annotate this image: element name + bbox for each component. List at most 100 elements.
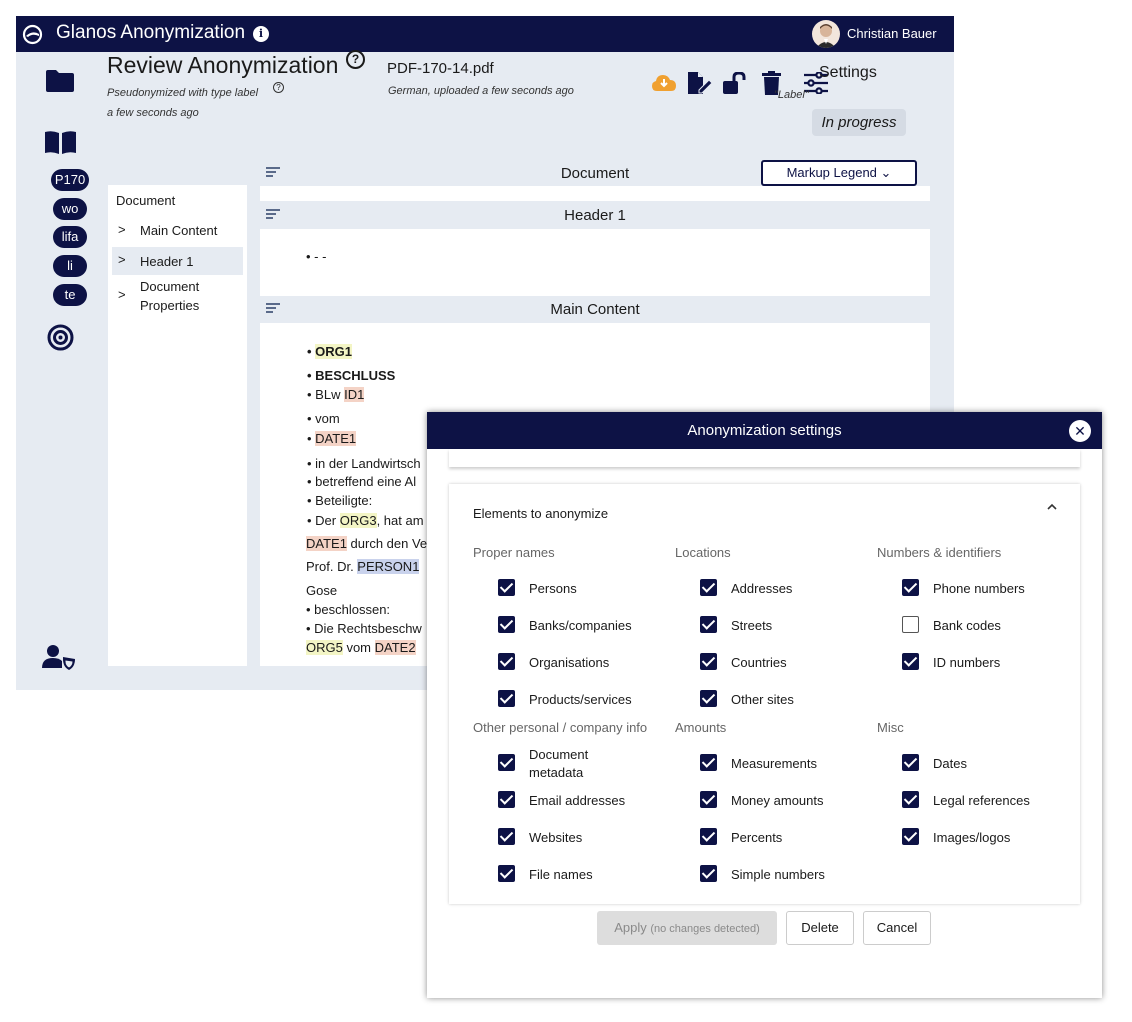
option-label: Banks/companies <box>529 618 632 633</box>
option-label: Products/services <box>529 692 632 707</box>
markup-legend-button[interactable]: Markup Legend ⌄ <box>761 160 917 186</box>
checkbox[interactable] <box>498 754 515 771</box>
checkbox[interactable] <box>700 754 717 771</box>
checkbox[interactable] <box>498 865 515 882</box>
checkbox[interactable] <box>498 828 515 845</box>
org-tag[interactable]: ORG1 <box>315 344 353 359</box>
cancel-button[interactable]: Cancel <box>863 911 931 945</box>
checkbox[interactable] <box>498 579 515 596</box>
tree-item-label: Main Content <box>140 223 218 238</box>
checkbox[interactable] <box>902 828 919 845</box>
info-icon[interactable]: i <box>253 26 269 42</box>
small-help-icon[interactable]: ? <box>273 82 284 93</box>
help-icon[interactable]: ? <box>346 50 365 69</box>
project-pill-te[interactable]: te <box>53 284 87 306</box>
checkbox[interactable] <box>498 653 515 670</box>
tree-item-header-1[interactable]: > Header 1 <box>112 247 243 275</box>
page-title: Review Anonymization <box>107 52 339 78</box>
folder-icon[interactable] <box>46 70 74 92</box>
section-header-header-1: Header 1 <box>260 203 930 228</box>
checkbox[interactable] <box>902 653 919 670</box>
group-label-amounts: Amounts <box>675 720 727 735</box>
checkbox[interactable] <box>498 616 515 633</box>
app-title: Glanos Anonymization <box>56 22 246 43</box>
delete-button[interactable]: Delete <box>786 911 854 945</box>
review-time: a few seconds ago <box>107 107 199 119</box>
checkbox[interactable] <box>498 791 515 808</box>
checkbox[interactable] <box>700 828 717 845</box>
person-tag[interactable]: PERSON1 <box>357 559 420 574</box>
doc-line: • DATE1 <box>307 431 357 446</box>
apply-button[interactable]: Apply (no changes detected) <box>597 911 777 945</box>
tree-item-main-content[interactable]: > Main Content <box>112 217 243 243</box>
doc-line: • ORG1 <box>307 344 353 359</box>
document-section-body <box>260 186 930 201</box>
section-title: Main Content <box>550 301 640 318</box>
file-edit-icon[interactable] <box>688 72 712 94</box>
checkbox[interactable] <box>700 579 717 596</box>
chevron-up-icon[interactable] <box>1047 502 1057 512</box>
checkbox[interactable] <box>700 616 717 633</box>
chevron-down-icon: ⌄ <box>880 165 892 180</box>
checkbox[interactable] <box>700 653 717 670</box>
header-1-section-body: • - - <box>260 229 930 296</box>
checkbox[interactable] <box>700 690 717 707</box>
chevron-right-icon: > <box>118 287 126 302</box>
checkbox[interactable] <box>498 690 515 707</box>
doc-line: • vom <box>307 411 340 426</box>
checkbox[interactable] <box>902 791 919 808</box>
option-label: Addresses <box>731 581 793 596</box>
unlock-icon[interactable] <box>723 72 747 94</box>
checkbox[interactable] <box>902 579 919 596</box>
markup-legend-label: Markup Legend <box>786 165 877 180</box>
group-label-proper-names: Proper names <box>473 545 555 560</box>
project-pill-lifa[interactable]: lifa <box>53 226 87 248</box>
anonymization-settings-modal: Anonymization settings ✕ Elements to ano… <box>427 412 1102 998</box>
book-icon[interactable] <box>45 131 76 154</box>
group-label-numbers: Numbers & identifiers <box>877 545 1002 560</box>
checkbox[interactable] <box>700 791 717 808</box>
doc-line: • BESCHLUSS <box>307 368 396 383</box>
checkbox[interactable] <box>700 865 717 882</box>
cloud-download-icon[interactable] <box>652 74 676 92</box>
settings-button[interactable]: Settings <box>819 64 877 82</box>
tree-item-document-properties[interactable]: > Document Properties <box>112 279 243 319</box>
doc-line: • beschlossen: <box>306 602 391 617</box>
project-pill-p170[interactable]: P170 <box>51 169 89 191</box>
option-label: Email addresses <box>529 793 626 808</box>
option-label-line2: metadata <box>529 765 584 780</box>
doc-line: • Beteiligte: <box>307 493 373 508</box>
glanos-logo-icon <box>22 24 43 45</box>
org-tag[interactable]: ORG5 <box>306 640 343 655</box>
project-pill-li[interactable]: li <box>53 255 87 277</box>
option-label: Phone numbers <box>933 581 1025 596</box>
left-rail: P170 wo lifa li te <box>16 52 106 690</box>
group-label-other-info: Other personal / company info <box>473 720 648 735</box>
option-label: Images/logos <box>933 830 1011 845</box>
file-name: PDF-170-14.pdf <box>387 60 494 77</box>
doc-line: • in der Landwirtsch <box>307 456 421 471</box>
user-name[interactable]: Christian Bauer <box>847 26 937 41</box>
doc-line: DATE1 durch den Ve <box>306 536 428 551</box>
project-pill-wo[interactable]: wo <box>53 198 87 220</box>
section-title: Header 1 <box>564 207 626 224</box>
previous-card <box>449 449 1080 467</box>
option-label: File names <box>529 867 593 882</box>
checkbox[interactable] <box>902 754 919 771</box>
org-tag[interactable]: ORG3 <box>339 513 377 528</box>
target-icon[interactable] <box>47 324 74 351</box>
id-tag[interactable]: ID1 <box>344 387 365 402</box>
section-header-main-content: Main Content <box>260 297 930 322</box>
tree-root[interactable]: Document <box>116 193 175 208</box>
group-label-locations: Locations <box>675 545 731 560</box>
avatar[interactable] <box>812 20 840 48</box>
option-label: Document <box>529 747 589 762</box>
user-shield-icon[interactable] <box>42 644 76 670</box>
date-tag[interactable]: DATE1 <box>315 431 357 446</box>
date-tag[interactable]: DATE2 <box>374 640 416 655</box>
close-icon[interactable]: ✕ <box>1069 420 1091 442</box>
date-tag[interactable]: DATE1 <box>306 536 347 551</box>
header-bullet: • - - <box>306 249 327 264</box>
card-title: Elements to anonymize <box>473 506 609 521</box>
checkbox[interactable] <box>902 616 919 633</box>
